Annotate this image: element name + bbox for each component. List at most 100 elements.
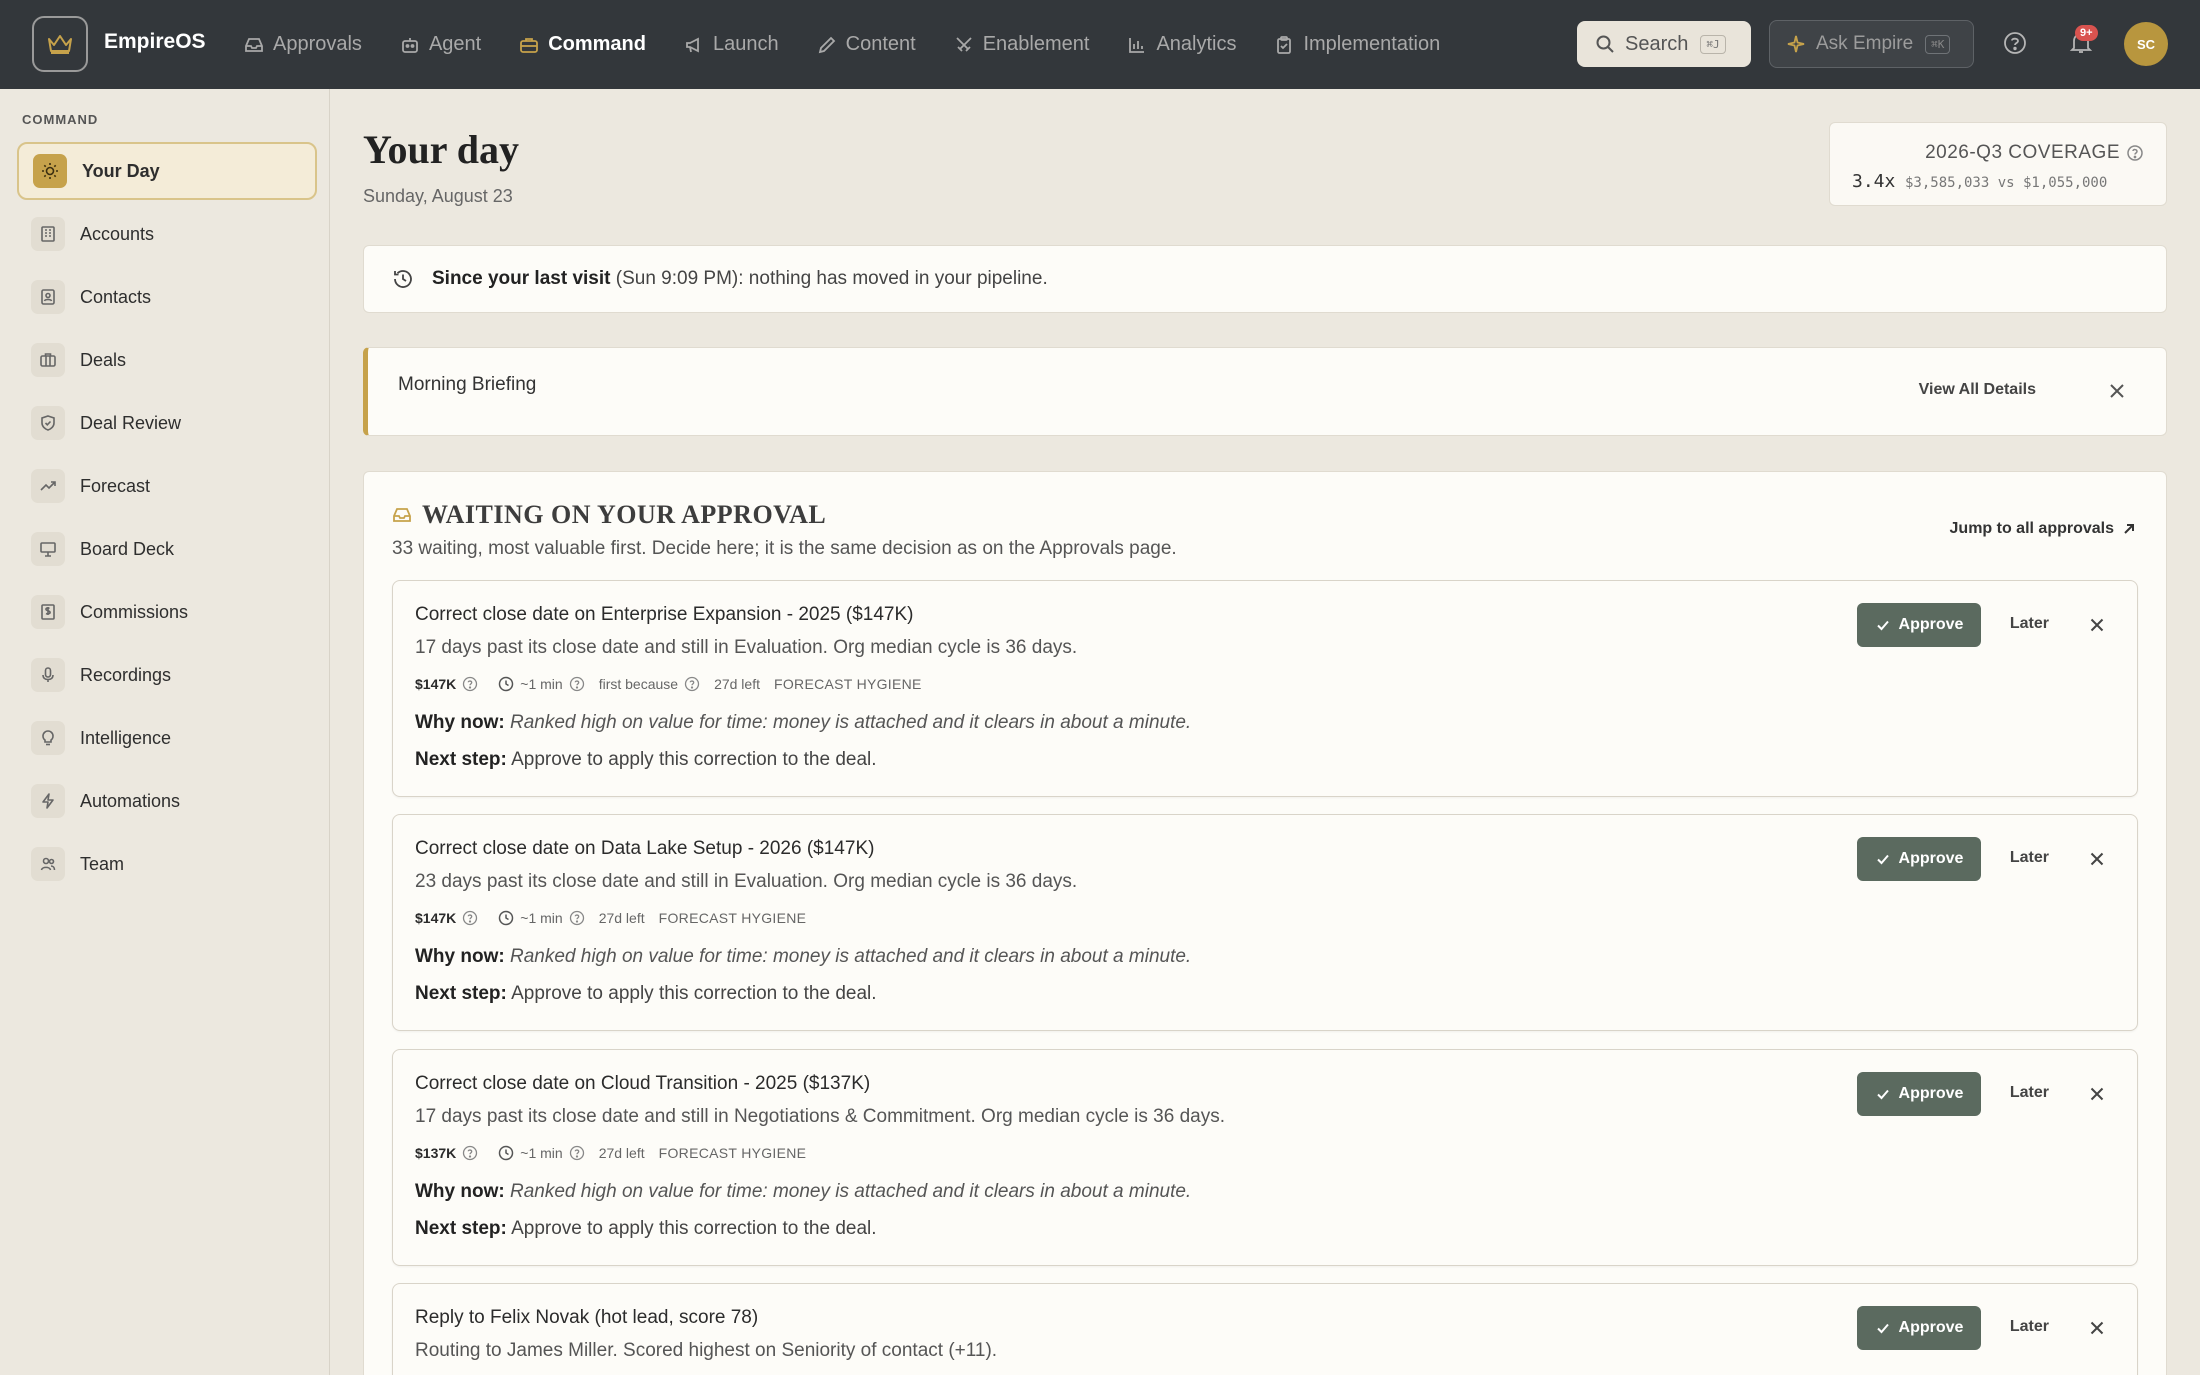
page-date: Sunday, August 23 xyxy=(363,186,513,206)
nav-launch[interactable]: Launch xyxy=(684,33,779,56)
info-icon[interactable] xyxy=(462,1145,478,1161)
info-icon[interactable] xyxy=(569,910,585,926)
approve-button[interactable]: Approve xyxy=(1857,603,1981,647)
sidebar-item-board-deck[interactable]: Board Deck xyxy=(17,520,317,578)
approval-card: Correct close date on Data Lake Setup - … xyxy=(392,814,2138,1031)
card-meta: $147K ~1 min 27d left FORECAST HYGIENE xyxy=(415,910,820,926)
view-all-details-button[interactable]: View All Details xyxy=(1919,381,2036,399)
sidebar-item-recordings[interactable]: Recordings xyxy=(17,646,317,704)
approval-card: Correct close date on Enterprise Expansi… xyxy=(392,580,2138,797)
sidebar-item-intelligence[interactable]: Intelligence xyxy=(17,709,317,767)
nav-label: Implementation xyxy=(1303,33,1441,55)
info-icon[interactable] xyxy=(569,1145,585,1161)
later-button[interactable]: Later xyxy=(2010,1084,2049,1102)
card-title: Correct close date on Data Lake Setup - … xyxy=(415,838,875,859)
later-button[interactable]: Later xyxy=(2010,1318,2049,1336)
coverage-title: 2026-Q3 COVERAGE xyxy=(1925,142,2120,163)
nav-implementation[interactable]: Implementation xyxy=(1274,33,1440,56)
page-title: Your day xyxy=(363,127,519,172)
receipt-icon xyxy=(31,595,65,629)
card-time: ~1 min xyxy=(520,676,563,692)
sidebar-item-commissions[interactable]: Commissions xyxy=(17,583,317,641)
clock-icon xyxy=(499,676,514,692)
sidebar-item-label: Deals xyxy=(80,349,127,370)
sparkle-icon xyxy=(1787,35,1805,53)
lightning-icon xyxy=(31,784,65,818)
info-icon[interactable] xyxy=(462,676,478,692)
card-amount: $137K xyxy=(415,1145,457,1161)
card-meta: $147K ~1 min first because 27d left FORE… xyxy=(415,676,936,692)
card-days-left: 27d left xyxy=(598,1145,645,1161)
sidebar-item-deals[interactable]: Deals xyxy=(17,331,317,389)
inbox-icon xyxy=(245,37,263,52)
approve-button[interactable]: Approve xyxy=(1857,1306,1981,1350)
later-button[interactable]: Later xyxy=(2010,615,2049,633)
sidebar-item-label: Your Day xyxy=(82,160,160,181)
dismiss-button[interactable] xyxy=(2089,1320,2105,1336)
briefing-close-button[interactable] xyxy=(2108,382,2126,400)
help-button[interactable] xyxy=(2002,30,2028,56)
approvals-section: WAITING ON YOUR APPROVAL 33 waiting, mos… xyxy=(363,471,2167,1375)
nav-enablement[interactable]: Enablement xyxy=(954,33,1089,56)
card-title: Correct close date on Enterprise Expansi… xyxy=(415,604,914,625)
approve-button[interactable]: Approve xyxy=(1857,1072,1981,1116)
sidebar-item-label: Commissions xyxy=(80,601,189,622)
main-nav: Approvals Agent Command Launch Content E… xyxy=(244,0,1478,89)
check-icon xyxy=(1876,854,1889,865)
card-why-now: Why now: Ranked high on value for time: … xyxy=(415,712,1191,734)
coverage-widget[interactable]: 2026-Q3 COVERAGE 3.4x $3,585,033 vs $1,0… xyxy=(1829,122,2167,206)
card-time-group: ~1 min xyxy=(492,910,584,926)
sidebar-item-your-day[interactable]: Your Day xyxy=(17,142,317,200)
sidebar-item-deal-review[interactable]: Deal Review xyxy=(17,394,317,452)
next-label: Next step: xyxy=(415,749,507,770)
info-icon[interactable] xyxy=(684,676,700,692)
card-why-now: Why now: Ranked high on value for time: … xyxy=(415,946,1191,968)
search-button[interactable]: Search ⌘J xyxy=(1577,21,1751,67)
arrow-up-right-icon xyxy=(2124,524,2134,534)
logo[interactable] xyxy=(32,16,88,72)
later-button[interactable]: Later xyxy=(2010,849,2049,867)
jump-to-approvals-link[interactable]: Jump to all approvals xyxy=(1950,520,2136,538)
nav-command[interactable]: Command xyxy=(519,33,646,56)
card-amount-group: $147K xyxy=(415,676,478,692)
next-text: Approve to apply this correction to the … xyxy=(511,983,877,1004)
nav-approvals[interactable]: Approvals xyxy=(244,33,362,56)
sidebar-item-forecast[interactable]: Forecast xyxy=(17,457,317,515)
info-icon[interactable] xyxy=(569,676,585,692)
approvals-title-row: WAITING ON YOUR APPROVAL xyxy=(392,500,826,530)
avatar[interactable]: SC xyxy=(2124,22,2168,66)
search-label: Search xyxy=(1625,32,1689,55)
inbox-icon xyxy=(393,508,411,522)
nav-agent[interactable]: Agent xyxy=(400,33,481,56)
card-amount: $147K xyxy=(415,910,457,926)
coverage-title-row: 2026-Q3 COVERAGE xyxy=(1925,142,2144,164)
nav-content[interactable]: Content xyxy=(817,33,916,56)
dismiss-button[interactable] xyxy=(2089,617,2105,633)
sidebar-item-contacts[interactable]: Contacts xyxy=(17,268,317,326)
close-icon xyxy=(2090,618,2104,632)
search-icon xyxy=(1596,35,1614,53)
info-icon[interactable] xyxy=(462,910,478,926)
card-days-left: 27d left xyxy=(714,676,760,692)
info-icon[interactable] xyxy=(2126,144,2144,162)
card-time-group: ~1 min xyxy=(492,676,584,692)
card-description: Routing to James Miller. Scored highest … xyxy=(415,1340,998,1361)
approve-button[interactable]: Approve xyxy=(1857,837,1981,881)
sidebar-item-accounts[interactable]: Accounts xyxy=(17,205,317,263)
sidebar-item-label: Deal Review xyxy=(80,412,182,433)
sidebar-item-automations[interactable]: Automations xyxy=(17,772,317,830)
ask-empire-button[interactable]: Ask Empire ⌘K xyxy=(1769,20,1974,68)
nav-analytics[interactable]: Analytics xyxy=(1127,33,1236,56)
pencil-icon xyxy=(818,36,835,53)
sun-icon xyxy=(33,154,67,188)
dismiss-button[interactable] xyxy=(2089,851,2105,867)
approval-card: Reply to Felix Novak (hot lead, score 78… xyxy=(392,1283,2138,1375)
sidebar-item-team[interactable]: Team xyxy=(17,835,317,893)
card-category: FORECAST HYGIENE xyxy=(658,1145,807,1161)
card-next-step: Next step: Approve to apply this correct… xyxy=(415,749,877,771)
next-text: Approve to apply this correction to the … xyxy=(511,749,877,770)
sidebar-item-label: Contacts xyxy=(80,286,152,307)
coverage-value: 3.4x xyxy=(1852,171,1896,192)
dismiss-button[interactable] xyxy=(2089,1086,2105,1102)
next-label: Next step: xyxy=(415,983,507,1004)
